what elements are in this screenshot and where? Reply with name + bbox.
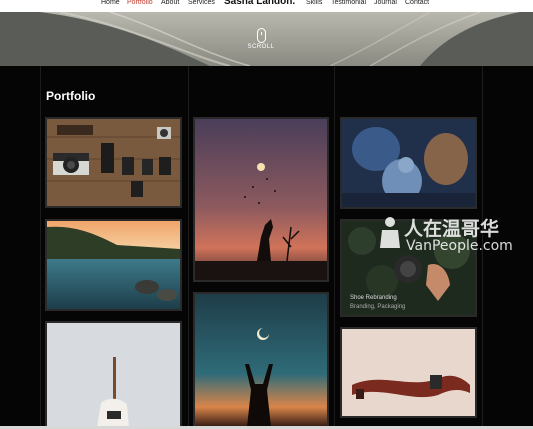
nav-testimonial[interactable]: Testimonial xyxy=(331,0,366,8)
lake-photo xyxy=(47,221,180,309)
nav-portfolio[interactable]: Portfolio xyxy=(127,0,153,8)
top-navigation: Home Portfolio About Services Sasha Land… xyxy=(0,0,533,12)
watermark-url-text: VanPeople.com xyxy=(406,238,513,254)
project-title: Shoe Rebranding xyxy=(350,295,397,301)
portfolio-item-pigeon[interactable] xyxy=(340,117,477,209)
scroll-indicator[interactable]: SCROLL xyxy=(246,28,276,50)
portfolio-item-cameras[interactable] xyxy=(45,117,182,208)
portfolio-item-moon[interactable] xyxy=(193,292,329,429)
pigeon-photo xyxy=(342,119,475,207)
watermark-chinese-text: 人在温哥华 xyxy=(404,218,500,240)
hero-image: SCROLL xyxy=(0,12,533,66)
watermark: 人在温哥华 VanPeople.com xyxy=(378,214,533,260)
lanterns-photo xyxy=(195,119,327,280)
nav-about[interactable]: About xyxy=(161,0,179,8)
project-category: Branding, Packaging xyxy=(350,304,406,310)
pen-photo xyxy=(47,323,180,427)
nav-home[interactable]: Home xyxy=(101,0,120,8)
film-photo xyxy=(342,329,475,416)
portfolio-item-pen[interactable] xyxy=(45,321,182,429)
nav-skills[interactable]: Skills xyxy=(306,0,322,8)
column-divider xyxy=(334,66,335,429)
portfolio-item-lanterns[interactable] xyxy=(193,117,329,282)
brand-logo[interactable]: Sasha Landon. xyxy=(224,0,295,8)
portfolio-item-lake[interactable] xyxy=(45,219,182,311)
section-title: Portfolio xyxy=(46,89,96,103)
moon-photo xyxy=(195,294,327,427)
mouse-icon xyxy=(256,28,266,43)
nav-services[interactable]: Services xyxy=(188,0,215,8)
scroll-label: SCROLL xyxy=(247,44,275,50)
portfolio-item-film[interactable] xyxy=(340,327,477,418)
column-divider xyxy=(188,66,189,429)
nav-contact[interactable]: Contact xyxy=(405,0,429,8)
watermark-logo-icon xyxy=(380,217,400,248)
nav-journal[interactable]: Journal xyxy=(374,0,397,8)
column-divider xyxy=(40,66,41,429)
cameras-photo xyxy=(47,119,180,206)
